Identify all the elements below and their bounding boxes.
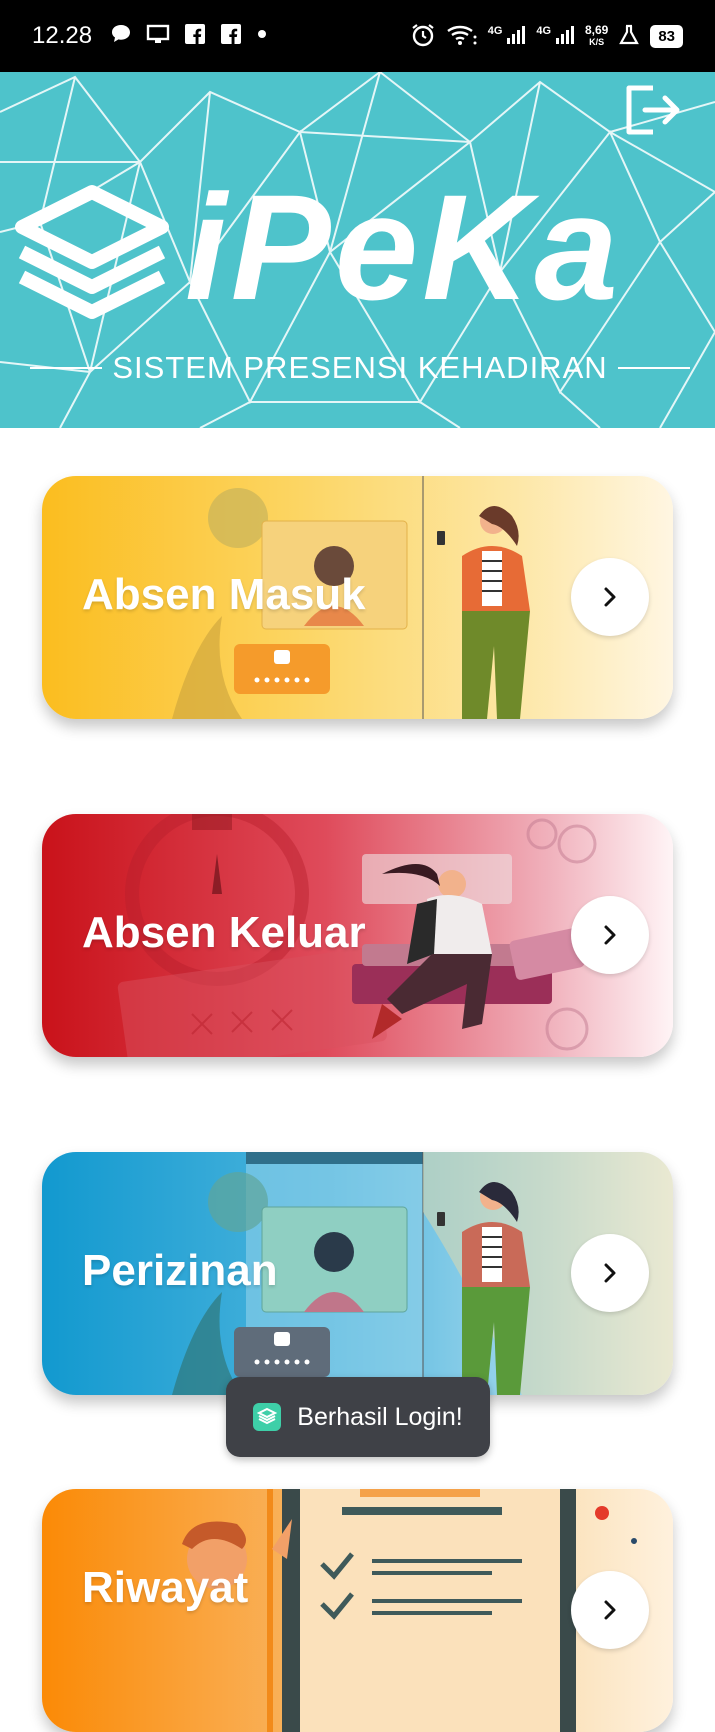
status-time: 12.28 (32, 22, 93, 49)
app-icon (253, 1403, 282, 1431)
chat-bubble-icon (110, 23, 132, 50)
signal-4g-icon: 4G (488, 25, 527, 48)
logo-subtitle-row: SISTEM PRESENSI KEHADIRAN (30, 350, 690, 386)
chevron-right-button[interactable] (571, 896, 649, 974)
header-banner: iPeKa SISTEM PRESENSI KEHADIRAN (0, 72, 715, 428)
battery-indicator: 83 (650, 24, 683, 48)
chevron-right-icon (604, 1263, 616, 1283)
menu-card-title: Riwayat (82, 1563, 249, 1612)
menu-card-absen-keluar[interactable]: Absen Keluar (42, 814, 673, 1057)
menu-card-absen-masuk[interactable]: Absen Masuk (42, 476, 673, 719)
menu-card-riwayat[interactable]: Riwayat (42, 1489, 673, 1732)
wifi-icon (446, 23, 478, 50)
status-bar: 12.28 4G 4G 8,69 K/S 83 (0, 0, 715, 72)
menu-card-title: Perizinan (82, 1246, 278, 1295)
network-speed: 8,69 K/S (584, 23, 609, 47)
chevron-right-icon (604, 1600, 616, 1620)
chevron-right-button[interactable] (571, 1571, 649, 1649)
toast-notification: Berhasil Login! (226, 1377, 490, 1457)
notification-dot-icon (256, 27, 268, 45)
alarm-icon (410, 22, 436, 51)
facebook-icon (220, 23, 242, 50)
divider (617, 367, 690, 369)
menu-card-perizinan[interactable]: Perizinan (42, 1152, 673, 1395)
logo-subtitle: SISTEM PRESENSI KEHADIRAN (112, 350, 608, 385)
menu-card-title: Absen Keluar (82, 908, 366, 957)
flask-icon (618, 24, 640, 49)
chevron-right-button[interactable] (571, 558, 649, 636)
divider (30, 367, 103, 369)
monitor-icon (146, 23, 170, 50)
menu-card-title: Absen Masuk (82, 570, 366, 619)
chevron-right-button[interactable] (571, 1234, 649, 1312)
chevron-right-icon (604, 587, 616, 607)
app-logo-text: iPeKa (185, 163, 622, 331)
chevron-right-icon (604, 925, 616, 945)
logout-button[interactable] (623, 82, 683, 138)
logout-icon (626, 85, 680, 135)
toast-message: Berhasil Login! (297, 1402, 463, 1431)
signal-4g-icon: 4G (536, 25, 575, 48)
facebook-icon (184, 23, 206, 50)
ipeka-logo-icon (15, 185, 169, 319)
